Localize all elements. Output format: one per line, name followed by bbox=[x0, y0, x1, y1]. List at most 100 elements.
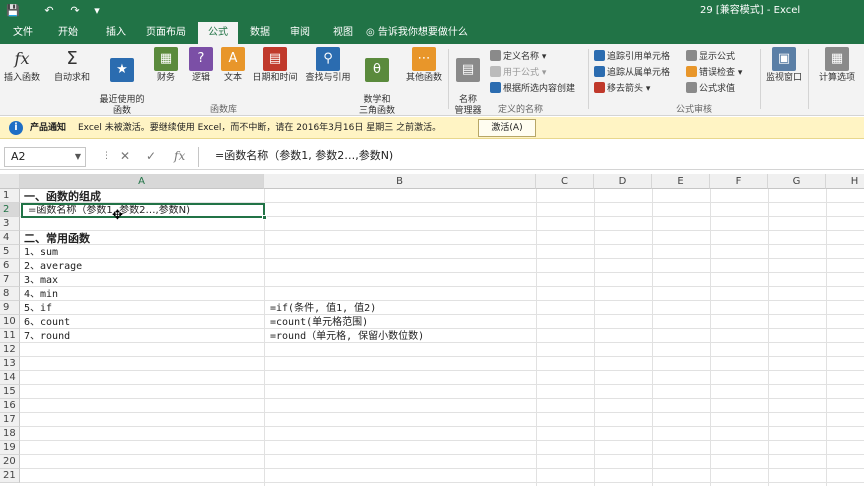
info-icon: i bbox=[9, 121, 23, 135]
text-button[interactable]: A 文本 bbox=[218, 47, 248, 103]
use-in-formula-button[interactable]: 用于公式 ▾ bbox=[490, 66, 546, 80]
row-header[interactable]: 13 bbox=[0, 357, 20, 371]
autosum-button[interactable]: Σ 自动求和 bbox=[50, 47, 94, 103]
cell-a1[interactable]: 一、函数的组成 bbox=[24, 190, 101, 204]
select-all-corner[interactable] bbox=[0, 174, 20, 189]
column-header[interactable]: A bbox=[20, 174, 264, 189]
cell-a8[interactable]: 4、min bbox=[24, 288, 58, 302]
chevron-down-icon[interactable]: ▼ bbox=[75, 148, 81, 166]
formula-input[interactable]: =函数名称（参数1, 参数2…,参数N) bbox=[198, 147, 860, 167]
cell-a5[interactable]: 1、sum bbox=[24, 246, 58, 260]
watch-window-button[interactable]: ▣ 监视窗口 bbox=[764, 47, 804, 103]
show-formulas-button[interactable]: 显示公式 bbox=[686, 50, 735, 64]
tab-formulas[interactable]: 公式 bbox=[198, 22, 238, 44]
cell-b9[interactable]: =if(条件, 值1, 值2) bbox=[270, 302, 376, 316]
math-trig-button[interactable]: θ 数学和 三角函数 bbox=[354, 47, 400, 116]
error-checking-button[interactable]: 错误检查 ▾ bbox=[686, 66, 742, 80]
undo-icon[interactable]: ↶ bbox=[40, 3, 58, 19]
cell-a9[interactable]: 5、if bbox=[24, 302, 52, 316]
tab-file[interactable]: 文件 bbox=[6, 22, 40, 44]
row-header[interactable]: 14 bbox=[0, 371, 20, 385]
row-header[interactable]: 12 bbox=[0, 343, 20, 357]
window-title: 29 [兼容模式] - Excel bbox=[700, 5, 801, 16]
lookup-reference-button[interactable]: ⚲ 查找与引用 bbox=[302, 47, 354, 103]
row-header[interactable]: 7 bbox=[0, 273, 20, 287]
calculation-options-button[interactable]: ▦ 计算选项 bbox=[812, 47, 862, 103]
column-header[interactable]: G bbox=[768, 174, 826, 189]
activate-button[interactable]: 激活(A) bbox=[478, 119, 536, 137]
name-tag-icon: ▤ bbox=[456, 58, 480, 82]
enter-icon[interactable]: ✓ bbox=[146, 148, 156, 164]
cell-b10[interactable]: =count(单元格范围) bbox=[270, 316, 368, 330]
grid-line bbox=[20, 272, 864, 273]
grid-line bbox=[536, 189, 537, 486]
column-header[interactable]: D bbox=[594, 174, 652, 189]
tab-page-layout[interactable]: 页面布局 bbox=[142, 22, 190, 44]
cell-b11[interactable]: =round（单元格, 保留小数位数) bbox=[270, 330, 424, 344]
cell-a4[interactable]: 二、常用函数 bbox=[24, 232, 90, 246]
financial-button[interactable]: ▦ 财务 bbox=[150, 47, 182, 103]
recently-used-button[interactable]: ★ 最近使用的 函数 bbox=[98, 47, 146, 116]
row-header[interactable]: 5 bbox=[0, 245, 20, 259]
tab-view[interactable]: 视图 bbox=[326, 22, 360, 44]
active-cell-selection[interactable] bbox=[21, 203, 267, 220]
error-check-icon bbox=[686, 66, 697, 77]
row-header[interactable]: 15 bbox=[0, 385, 20, 399]
insert-function-icon[interactable]: fx bbox=[174, 148, 185, 164]
row-header[interactable]: 8 bbox=[0, 287, 20, 301]
cell-a7[interactable]: 3、max bbox=[24, 274, 58, 288]
row-header[interactable]: 18 bbox=[0, 427, 20, 441]
remove-arrows-button[interactable]: 移去箭头 ▾ bbox=[594, 82, 650, 96]
column-header[interactable]: H bbox=[826, 174, 864, 189]
tab-data[interactable]: 数据 bbox=[244, 22, 276, 44]
redo-icon[interactable]: ↷ bbox=[66, 3, 84, 19]
more-functions-button[interactable]: ⋯ 其他函数 bbox=[402, 47, 446, 103]
calendar-icon: ▤ bbox=[263, 47, 287, 71]
row-header[interactable]: 16 bbox=[0, 399, 20, 413]
row-header[interactable]: 9 bbox=[0, 301, 20, 315]
row-header[interactable]: 6 bbox=[0, 259, 20, 273]
fill-handle[interactable] bbox=[262, 215, 267, 220]
name-box[interactable]: A2 ▼ bbox=[4, 147, 86, 167]
cancel-icon[interactable]: ✕ bbox=[120, 148, 130, 164]
row-header[interactable]: 1 bbox=[0, 189, 20, 203]
worksheet-grid[interactable]: A B C D E F G H 1 2 3 4 5 6 7 8 9 10 11 12 13 14 15 16 1… bbox=[0, 174, 864, 486]
row-header[interactable]: 17 bbox=[0, 413, 20, 427]
create-from-selection-button[interactable]: 根据所选内容创建 bbox=[490, 82, 575, 96]
row-header[interactable]: 11 bbox=[0, 329, 20, 343]
row-header[interactable]: 3 bbox=[0, 217, 20, 231]
cell-a10[interactable]: 6、count bbox=[24, 316, 70, 330]
tab-insert[interactable]: 插入 bbox=[96, 22, 136, 44]
column-header[interactable]: C bbox=[536, 174, 594, 189]
column-header[interactable]: F bbox=[710, 174, 768, 189]
insert-function-button[interactable]: fx 插入函数 bbox=[2, 47, 42, 103]
grid-line bbox=[20, 370, 864, 371]
row-header[interactable]: 19 bbox=[0, 441, 20, 455]
trace-precedents-button[interactable]: 追踪引用单元格 bbox=[594, 50, 670, 64]
row-header[interactable]: 4 bbox=[0, 231, 20, 245]
tab-review[interactable]: 审阅 bbox=[282, 22, 318, 44]
column-header[interactable]: E bbox=[652, 174, 710, 189]
evaluate-formula-button[interactable]: 公式求值 bbox=[686, 82, 735, 96]
row-header[interactable]: 21 bbox=[0, 469, 20, 483]
name-manager-button[interactable]: ▤ 名称 管理器 bbox=[450, 47, 486, 116]
row-header[interactable]: 2 bbox=[0, 203, 20, 217]
tell-me-search[interactable]: ◎ 告诉我你想要做什么 bbox=[366, 22, 506, 44]
formula-bar: A2 ▼ ⋮ ✕ ✓ fx =函数名称（参数1, 参数2…,参数N) bbox=[0, 142, 864, 170]
define-name-button[interactable]: 定义名称 ▾ bbox=[490, 50, 546, 64]
logical-button[interactable]: ? 逻辑 bbox=[186, 47, 216, 103]
cell-a6[interactable]: 2、average bbox=[24, 260, 82, 274]
grid-line bbox=[20, 412, 864, 413]
customize-qat-icon[interactable]: ▾ bbox=[88, 3, 106, 19]
date-time-button[interactable]: ▤ 日期和时间 bbox=[250, 47, 300, 103]
cell-a11[interactable]: 7、round bbox=[24, 330, 70, 344]
row-header[interactable]: 10 bbox=[0, 315, 20, 329]
grid-line bbox=[20, 398, 864, 399]
ribbon-separator bbox=[588, 49, 589, 109]
trace-dependents-button[interactable]: 追踪从属单元格 bbox=[594, 66, 670, 80]
lightbulb-icon: ◎ bbox=[366, 27, 378, 38]
row-header[interactable]: 20 bbox=[0, 455, 20, 469]
tab-home[interactable]: 开始 bbox=[48, 22, 88, 44]
save-icon[interactable]: 💾 bbox=[4, 3, 22, 19]
column-header[interactable]: B bbox=[264, 174, 536, 189]
